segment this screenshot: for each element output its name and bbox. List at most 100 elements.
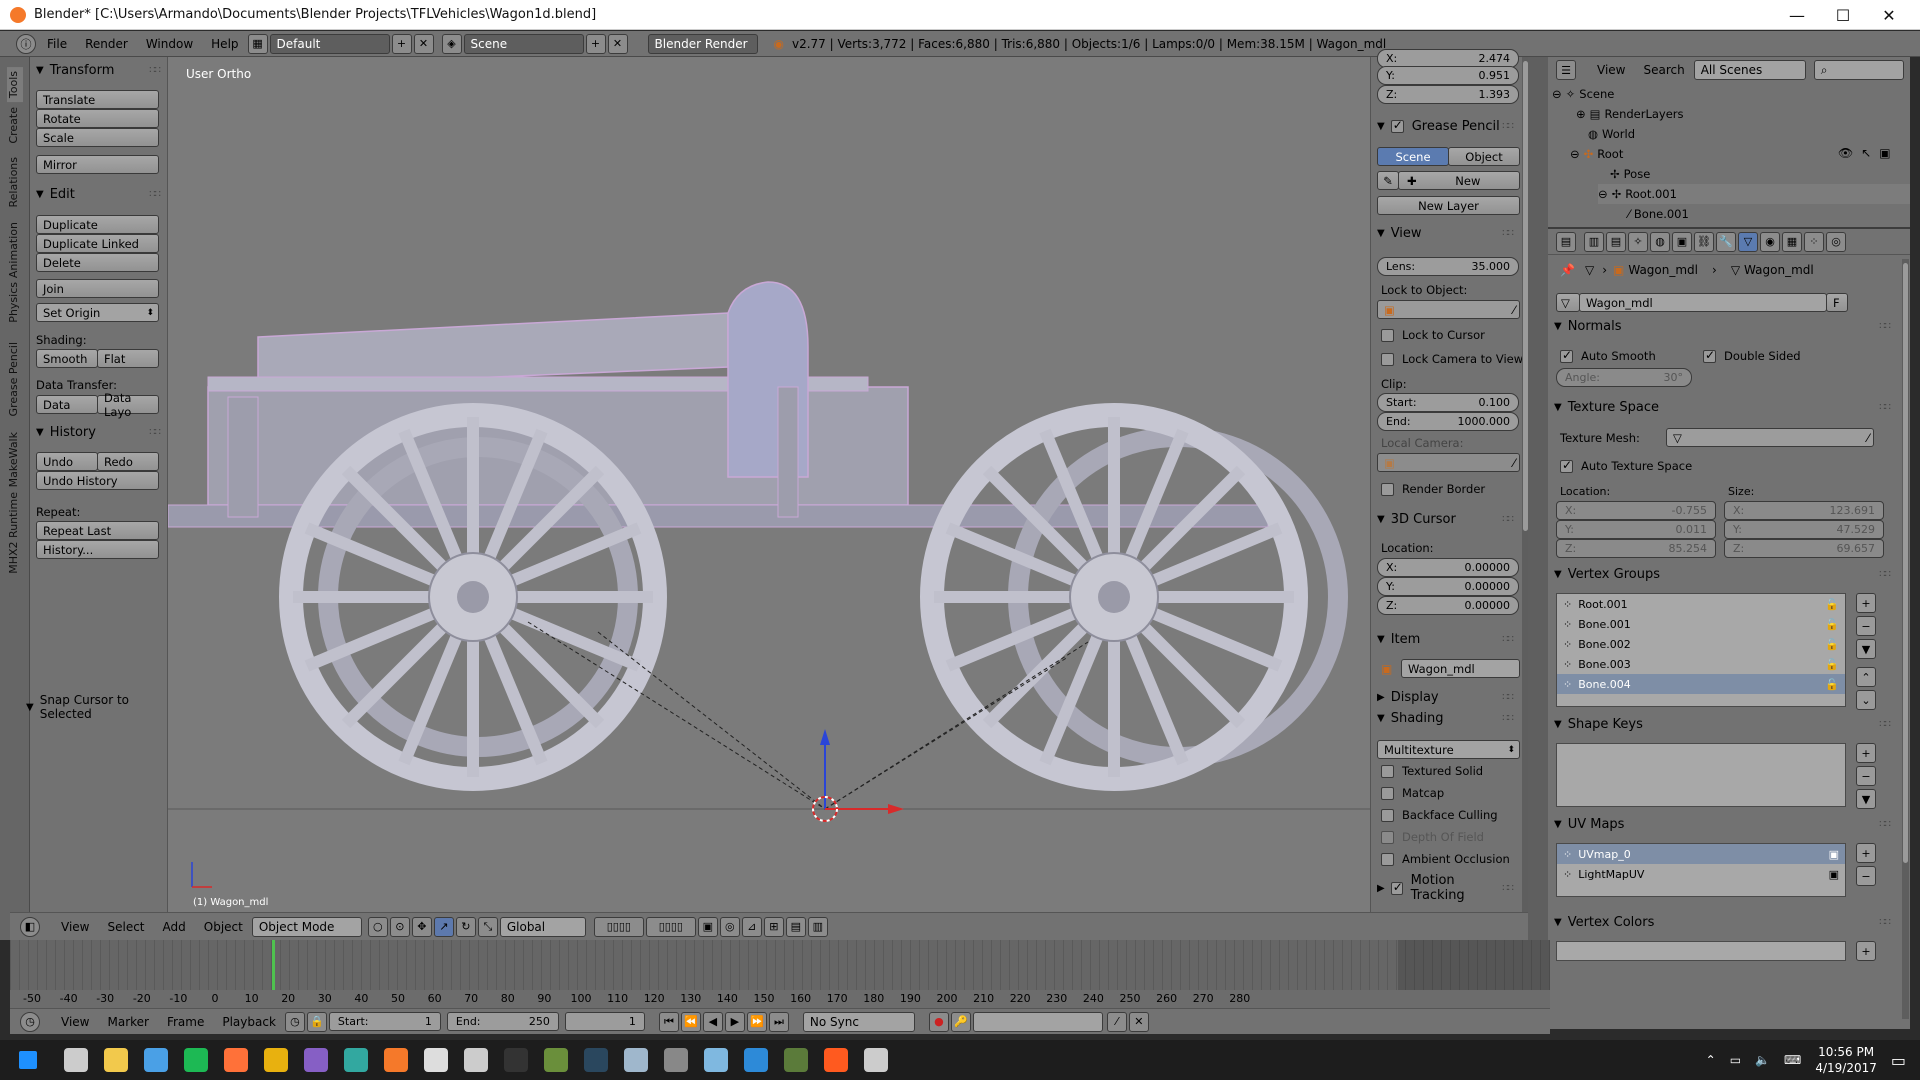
- collapse-toggle-icon[interactable]: ⊖: [1598, 187, 1608, 201]
- tex-size-y-field[interactable]: Y: 47.529: [1724, 520, 1884, 539]
- menu-file[interactable]: File: [38, 37, 76, 51]
- vertex-groups-header[interactable]: ▼ Vertex Groups ∷∷: [1548, 563, 1898, 585]
- vertex-colors-list[interactable]: [1556, 941, 1846, 961]
- texture-mesh-field[interactable]: ▽ ⁄: [1666, 428, 1874, 447]
- render-border-option[interactable]: Render Border: [1381, 482, 1485, 496]
- dof-checkbox[interactable]: [1381, 831, 1394, 844]
- editor-type-icon[interactable]: ◧: [20, 916, 40, 937]
- outliner-row-bone-001[interactable]: ⁄ Bone.001: [1628, 204, 1689, 224]
- remove-icon[interactable]: −: [1856, 766, 1876, 786]
- cursor-x-field[interactable]: X: 0.00000: [1377, 558, 1519, 577]
- app-image-icon[interactable]: [776, 1040, 816, 1080]
- timeline-editor-icon[interactable]: ◷: [20, 1011, 40, 1032]
- translate-button[interactable]: Translate: [36, 90, 159, 109]
- translate-manip-icon[interactable]: ↗: [433, 916, 454, 937]
- store-icon[interactable]: [136, 1040, 176, 1080]
- shading-panel-header[interactable]: ▼ Shading ∷∷: [1371, 707, 1521, 729]
- vertex-groups-list[interactable]: ⁘ Root.001 🔓 ⁘ Bone.001 🔓 ⁘ Bone.002 🔓 ⁘ Bone.0…: [1556, 593, 1846, 707]
- list-item-selected[interactable]: ⁘ Bone.004 🔓: [1557, 674, 1845, 694]
- layout-add-icon[interactable]: +: [391, 33, 412, 54]
- spotify-icon[interactable]: [176, 1040, 216, 1080]
- eyedropper-icon[interactable]: ⁄: [1513, 303, 1515, 317]
- lock-icon[interactable]: 🔓: [1825, 658, 1839, 671]
- scene-tab-icon[interactable]: ✧: [1628, 231, 1648, 252]
- shape-keys-list[interactable]: [1556, 743, 1846, 807]
- tab-tools[interactable]: Tools: [7, 67, 23, 103]
- app-tree-icon[interactable]: [536, 1040, 576, 1080]
- scene-select[interactable]: Scene: [463, 33, 584, 54]
- remove-icon[interactable]: −: [1856, 866, 1876, 886]
- scroll-thumb[interactable]: [1903, 263, 1908, 863]
- uv-maps-list[interactable]: ⁘ UVmap_0 ▣ ⁘ LightMapUV ▣: [1556, 843, 1846, 897]
- start-frame-field[interactable]: Start: 1: [328, 1012, 441, 1031]
- set-origin-button[interactable]: Set Origin ⬍: [36, 303, 159, 322]
- lock-camera-option[interactable]: Lock Camera to View: [1381, 352, 1523, 366]
- outliner-menu-view[interactable]: View: [1588, 63, 1634, 77]
- scale-button[interactable]: Scale: [36, 128, 159, 147]
- insert-key-icon[interactable]: ⁄: [1106, 1011, 1127, 1032]
- collapse-toggle-icon[interactable]: ⊖: [1570, 147, 1580, 161]
- mirror-button[interactable]: Mirror: [36, 155, 159, 174]
- list-item[interactable]: ⁘ LightMapUV ▣: [1557, 864, 1845, 884]
- undo-history-button[interactable]: Undo History: [36, 471, 159, 490]
- render-border-checkbox[interactable]: [1381, 483, 1394, 496]
- scene-remove-icon[interactable]: ✕: [607, 33, 628, 54]
- maximize-button[interactable]: ☐: [1820, 0, 1866, 30]
- eyedropper-icon[interactable]: ⁄: [1513, 456, 1515, 470]
- material-tab-icon[interactable]: ◉: [1760, 231, 1780, 252]
- visual-studio-icon[interactable]: [296, 1040, 336, 1080]
- tex-size-z-field[interactable]: Z: 69.657: [1724, 539, 1884, 558]
- rotate-manip-icon[interactable]: ↻: [455, 916, 476, 937]
- visibility-icons[interactable]: 👁↖▣: [1838, 146, 1899, 160]
- location-y-field[interactable]: Y: 0.951: [1377, 66, 1519, 85]
- outliner-editor-icon[interactable]: ☰: [1556, 60, 1576, 80]
- keyboard-icon[interactable]: ⌨: [1784, 1053, 1801, 1067]
- lock-icon[interactable]: 🔒: [306, 1011, 327, 1032]
- tab-makewalk[interactable]: MakeWalk: [7, 432, 23, 487]
- outliner-row-renderlayers[interactable]: ⊕ ▤ RenderLayers: [1576, 104, 1684, 124]
- modifiers-tab-icon[interactable]: 🔧: [1716, 231, 1736, 252]
- menu-down-icon[interactable]: ▼: [1856, 639, 1876, 659]
- backface-checkbox[interactable]: [1381, 809, 1394, 822]
- app-3-icon[interactable]: [336, 1040, 376, 1080]
- drag-handle-icon[interactable]: ∷∷: [149, 189, 161, 200]
- outliner-row-scene[interactable]: ⊖ ✧ Scene: [1552, 84, 1614, 104]
- matcap-checkbox[interactable]: [1381, 787, 1394, 800]
- timeline[interactable]: -50 -40 -30 -20 -10 0 10 20 30 40 50 60 70 80 90 100 110…: [10, 940, 1550, 1034]
- menu-select[interactable]: Select: [98, 920, 153, 934]
- drag-handle-icon[interactable]: ∷∷: [149, 427, 161, 438]
- delete-key-icon[interactable]: ✕: [1128, 1011, 1149, 1032]
- properties-editor-icon[interactable]: ▤: [1556, 231, 1576, 252]
- physics-tab-icon[interactable]: ◎: [1826, 231, 1846, 252]
- data-button[interactable]: Data: [36, 395, 98, 414]
- shape-keys-header[interactable]: ▼ Shape Keys ∷∷: [1548, 713, 1898, 735]
- settings-icon[interactable]: [456, 1040, 496, 1080]
- sync-select[interactable]: No Sync: [802, 1011, 915, 1032]
- cursor-z-field[interactable]: Z: 0.00000: [1377, 596, 1519, 615]
- auto-texspace-option[interactable]: Auto Texture Space: [1560, 458, 1692, 473]
- lock-icon[interactable]: 🔓: [1825, 618, 1839, 631]
- tab-animation[interactable]: Animation: [7, 222, 23, 278]
- add-icon[interactable]: +: [1856, 593, 1876, 613]
- unity-icon[interactable]: [416, 1040, 456, 1080]
- menu-render[interactable]: Render: [76, 37, 137, 51]
- repeat-last-button[interactable]: Repeat Last: [36, 521, 159, 540]
- camera-icon[interactable]: ▣: [1829, 868, 1839, 881]
- motion-tracking-checkbox[interactable]: [1390, 880, 1403, 895]
- layers-icon[interactable]: ▯▯▯▯: [645, 916, 696, 937]
- unreal-icon[interactable]: [856, 1040, 896, 1080]
- gp-new-layer-button[interactable]: New Layer: [1377, 196, 1520, 215]
- data-tab-icon[interactable]: ▽: [1738, 231, 1758, 252]
- play-icon[interactable]: ▶: [724, 1011, 745, 1032]
- pencil-icon[interactable]: ✎: [1377, 171, 1399, 190]
- timeline-track[interactable]: [10, 940, 1550, 990]
- lock-icon[interactable]: 🔓: [1825, 678, 1839, 691]
- mode-select[interactable]: Object Mode: [251, 916, 362, 937]
- drag-handle-icon[interactable]: ∷∷: [1502, 883, 1514, 894]
- menu-add[interactable]: Add: [154, 920, 195, 934]
- lock-layers-icon[interactable]: ▣: [697, 916, 718, 937]
- 3d-cursor-header[interactable]: ▼ 3D Cursor ∷∷: [1371, 508, 1521, 530]
- menu-object[interactable]: Object: [195, 920, 252, 934]
- camera-icon[interactable]: ▣: [1829, 848, 1839, 861]
- preview-range-icon[interactable]: ◷: [284, 1011, 305, 1032]
